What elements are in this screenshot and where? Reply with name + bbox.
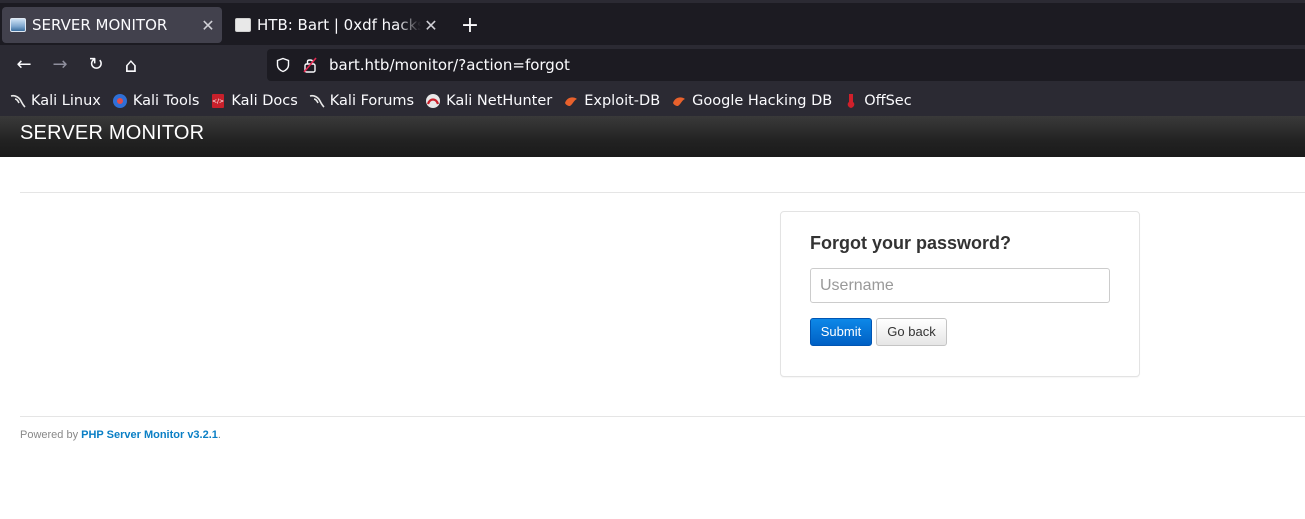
- bookmark-google-hacking-db[interactable]: Google Hacking DB: [671, 93, 832, 109]
- brand-link[interactable]: SERVER MONITOR: [20, 122, 204, 145]
- username-input[interactable]: Username: [810, 268, 1110, 303]
- home-icon[interactable]: ⌂: [119, 53, 143, 77]
- bookmark-label: OffSec: [864, 92, 912, 109]
- go-back-button[interactable]: Go back: [876, 318, 947, 346]
- exploit-db-icon: [673, 96, 686, 106]
- bookmark-label: Google Hacking DB: [692, 92, 833, 109]
- close-tab-icon[interactable]: ✕: [198, 16, 218, 35]
- footer-divider: [20, 416, 1305, 417]
- app-header: SERVER MONITOR: [0, 116, 1305, 157]
- bookmark-label: Kali Tools: [132, 92, 200, 109]
- bookmarks-toolbar: Kali Linux Kali Tools </> Kali Docs Kali…: [0, 85, 1305, 116]
- tab-htb-bart[interactable]: HTB: Bart | 0xdf hacks stuff ✕: [227, 7, 445, 43]
- footer-suffix: .: [217, 429, 221, 441]
- kali-tools-icon: [112, 93, 127, 108]
- tab-title: HTB: Bart | 0xdf hacks stuff: [257, 16, 421, 34]
- reload-icon[interactable]: ↻: [84, 53, 108, 77]
- 0xdf-favicon-icon: [235, 18, 251, 32]
- form-title: Forgot your password?: [810, 233, 1012, 253]
- shield-icon[interactable]: [275, 57, 291, 73]
- bookmark-label: Kali Linux: [31, 92, 101, 109]
- bookmark-exploit-db[interactable]: Exploit-DB: [563, 93, 660, 109]
- address-bar[interactable]: bart.htb/monitor/?action=forgot: [267, 49, 1305, 81]
- svg-text:</>: </>: [212, 98, 224, 105]
- back-arrow-icon[interactable]: ←: [12, 53, 36, 77]
- forward-arrow-icon[interactable]: →: [48, 53, 72, 77]
- monitor-favicon-icon: [10, 18, 26, 32]
- bookmark-kali-docs[interactable]: </> Kali Docs: [210, 93, 297, 109]
- submit-button[interactable]: Submit: [810, 318, 872, 346]
- close-tab-icon[interactable]: ✕: [421, 16, 441, 35]
- bookmark-kali-linux[interactable]: Kali Linux: [10, 93, 101, 109]
- footer: Powered by PHP Server Monitor v3.2.1.: [20, 429, 221, 441]
- footer-prefix: Powered by: [20, 429, 82, 441]
- php-server-monitor-link[interactable]: PHP Server Monitor v3.2.1: [81, 429, 218, 441]
- bookmark-label: Kali NetHunter: [446, 92, 553, 109]
- divider: [20, 192, 1305, 193]
- tab-title: SERVER MONITOR: [32, 16, 168, 34]
- bookmark-kali-forums[interactable]: Kali Forums: [309, 93, 414, 109]
- url-text[interactable]: bart.htb/monitor/?action=forgot: [329, 56, 570, 74]
- bookmark-label: Kali Docs: [231, 92, 298, 109]
- bookmark-offsec[interactable]: OffSec: [843, 93, 912, 109]
- bookmark-kali-tools[interactable]: Kali Tools: [112, 92, 200, 109]
- browser-nav-bar: ← → ↻ ⌂ bart.htb/monitor/?action=forgot: [0, 45, 1305, 85]
- browser-tab-strip: SERVER MONITOR ✕ HTB: Bart | 0xdf hacks …: [0, 0, 1305, 45]
- kali-docs-icon: </>: [212, 93, 224, 108]
- nethunter-icon: [426, 93, 441, 108]
- forgot-password-panel: Forgot your password? Username Submit Go…: [780, 211, 1140, 377]
- new-tab-icon[interactable]: +: [458, 13, 482, 38]
- kali-dragon-icon: [309, 94, 325, 108]
- kali-dragon-icon: [10, 94, 26, 108]
- tab-server-monitor[interactable]: SERVER MONITOR ✕: [2, 7, 222, 43]
- bookmark-label: Exploit-DB: [584, 92, 661, 109]
- bookmark-label: Kali Forums: [329, 92, 415, 109]
- bookmark-kali-nethunter[interactable]: Kali NetHunter: [425, 93, 552, 109]
- exploit-db-icon: [565, 96, 578, 106]
- insecure-lock-icon[interactable]: [303, 57, 317, 73]
- offsec-icon: [847, 93, 855, 108]
